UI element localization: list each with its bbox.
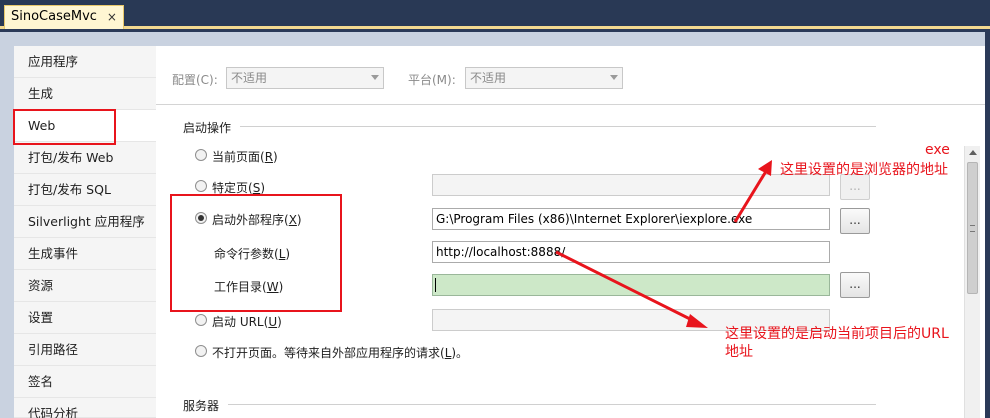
annotation-exe: exe [925, 142, 950, 158]
annotation-url-line2: 地址 [725, 344, 753, 360]
annotation-url-line1: 这里设置的是启动当前项目后的URL [725, 326, 949, 342]
arrowhead [686, 314, 708, 328]
annotation-browser-address: 这里设置的是浏览器的地址 [780, 162, 948, 178]
annotation-arrows [555, 160, 772, 328]
arrow-to-url-note [555, 250, 697, 324]
arrow-to-browser-note [733, 167, 770, 223]
